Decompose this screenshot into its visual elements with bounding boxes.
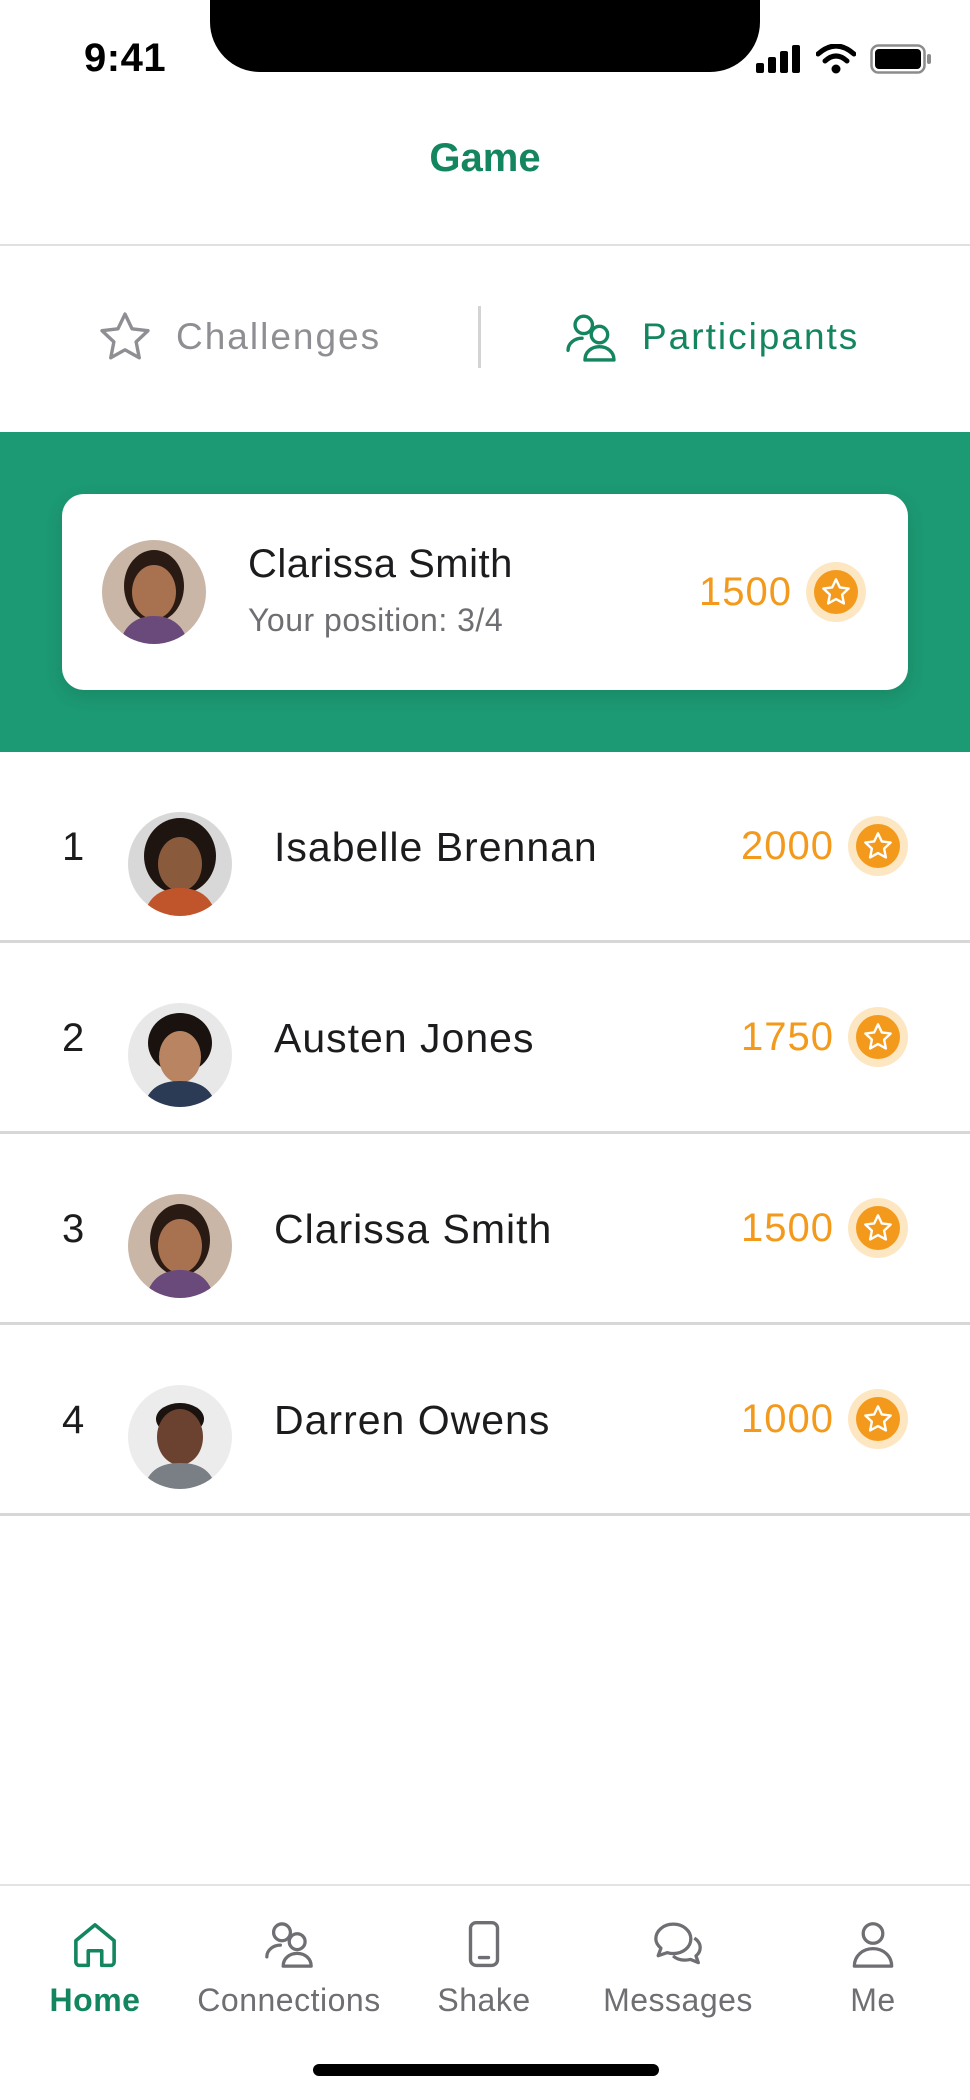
tab-challenges-label: Challenges (176, 316, 382, 357)
participant-name: Isabelle Brennan (274, 824, 598, 870)
star-coin-icon (848, 1389, 908, 1449)
device-notch (210, 0, 760, 72)
phone-icon (452, 1912, 516, 1976)
star-coin-icon (848, 1198, 908, 1258)
participant-score: 1750 (741, 1007, 908, 1067)
nav-home-label: Home (49, 1982, 141, 2018)
status-bar: 9:41 (0, 0, 970, 100)
status-time: 9:41 (84, 36, 167, 80)
score-value: 2000 (741, 823, 834, 868)
rank-number: 4 (62, 1398, 85, 1442)
status-icons (756, 44, 932, 74)
participant-name: Darren Owens (274, 1397, 551, 1443)
nav-me-label: Me (850, 1982, 896, 2018)
score-value: 1500 (699, 569, 792, 614)
list-item[interactable]: 3 Clarissa Smith 1500 (0, 1134, 970, 1325)
star-outline-icon (100, 312, 150, 360)
avatar (128, 1385, 232, 1489)
chat-bubbles-icon (646, 1912, 710, 1976)
current-user-name: Clarissa Smith (248, 542, 513, 586)
participants-list: 1 Isabelle Brennan 2000 2 Austen Jones 1… (0, 752, 970, 1516)
current-user-banner: Clarissa Smith Your position: 3/4 1500 (0, 432, 970, 752)
current-user-position: Your position: 3/4 (248, 602, 504, 638)
battery-icon (870, 44, 931, 74)
nav-connections[interactable]: Connections (194, 1912, 384, 2019)
nav-messages[interactable]: Messages (583, 1912, 773, 2019)
star-coin-icon (806, 562, 866, 622)
navigation-header: Game (0, 100, 970, 246)
participant-score: 2000 (741, 816, 908, 876)
avatar (128, 812, 232, 916)
score-value: 1000 (741, 1396, 834, 1441)
avatar (128, 1194, 232, 1298)
nav-home[interactable]: Home (0, 1912, 190, 2019)
nav-me[interactable]: Me (778, 1912, 968, 2019)
star-coin-icon (848, 1007, 908, 1067)
participant-score: 1500 (741, 1198, 908, 1258)
list-item[interactable]: 4 Darren Owens 1000 (0, 1325, 970, 1516)
avatar (102, 540, 206, 644)
list-item[interactable]: 1 Isabelle Brennan 2000 (0, 752, 970, 943)
people-icon (257, 1912, 321, 1976)
home-icon (63, 1912, 127, 1976)
segmented-tabs: Challenges Participants (0, 248, 970, 432)
nav-connections-label: Connections (197, 1982, 381, 2018)
current-user-score: 1500 (699, 562, 866, 622)
nav-shake-label: Shake (437, 1982, 531, 2018)
tab-challenges[interactable]: Challenges (96, 308, 381, 366)
tab-participants[interactable]: Participants (562, 308, 859, 366)
cellular-signal-icon (756, 45, 800, 73)
current-user-card[interactable]: Clarissa Smith Your position: 3/4 1500 (62, 494, 908, 690)
wifi-icon (816, 44, 856, 74)
participant-name: Clarissa Smith (274, 1206, 553, 1252)
nav-messages-label: Messages (603, 1982, 753, 2018)
nav-shake[interactable]: Shake (389, 1912, 579, 2019)
home-indicator (313, 2064, 659, 2076)
rank-number: 2 (62, 1016, 85, 1060)
score-value: 1500 (741, 1205, 834, 1250)
tab-participants-label: Participants (642, 316, 860, 357)
score-value: 1750 (741, 1014, 834, 1059)
rank-number: 3 (62, 1207, 85, 1251)
people-icon (566, 314, 616, 362)
rank-number: 1 (62, 825, 85, 869)
participant-score: 1000 (741, 1389, 908, 1449)
page-title: Game (429, 136, 541, 180)
person-icon (841, 1912, 905, 1976)
list-item[interactable]: 2 Austen Jones 1750 (0, 943, 970, 1134)
tab-divider (478, 306, 481, 368)
avatar (128, 1003, 232, 1107)
participant-name: Austen Jones (274, 1015, 535, 1061)
star-coin-icon (848, 816, 908, 876)
